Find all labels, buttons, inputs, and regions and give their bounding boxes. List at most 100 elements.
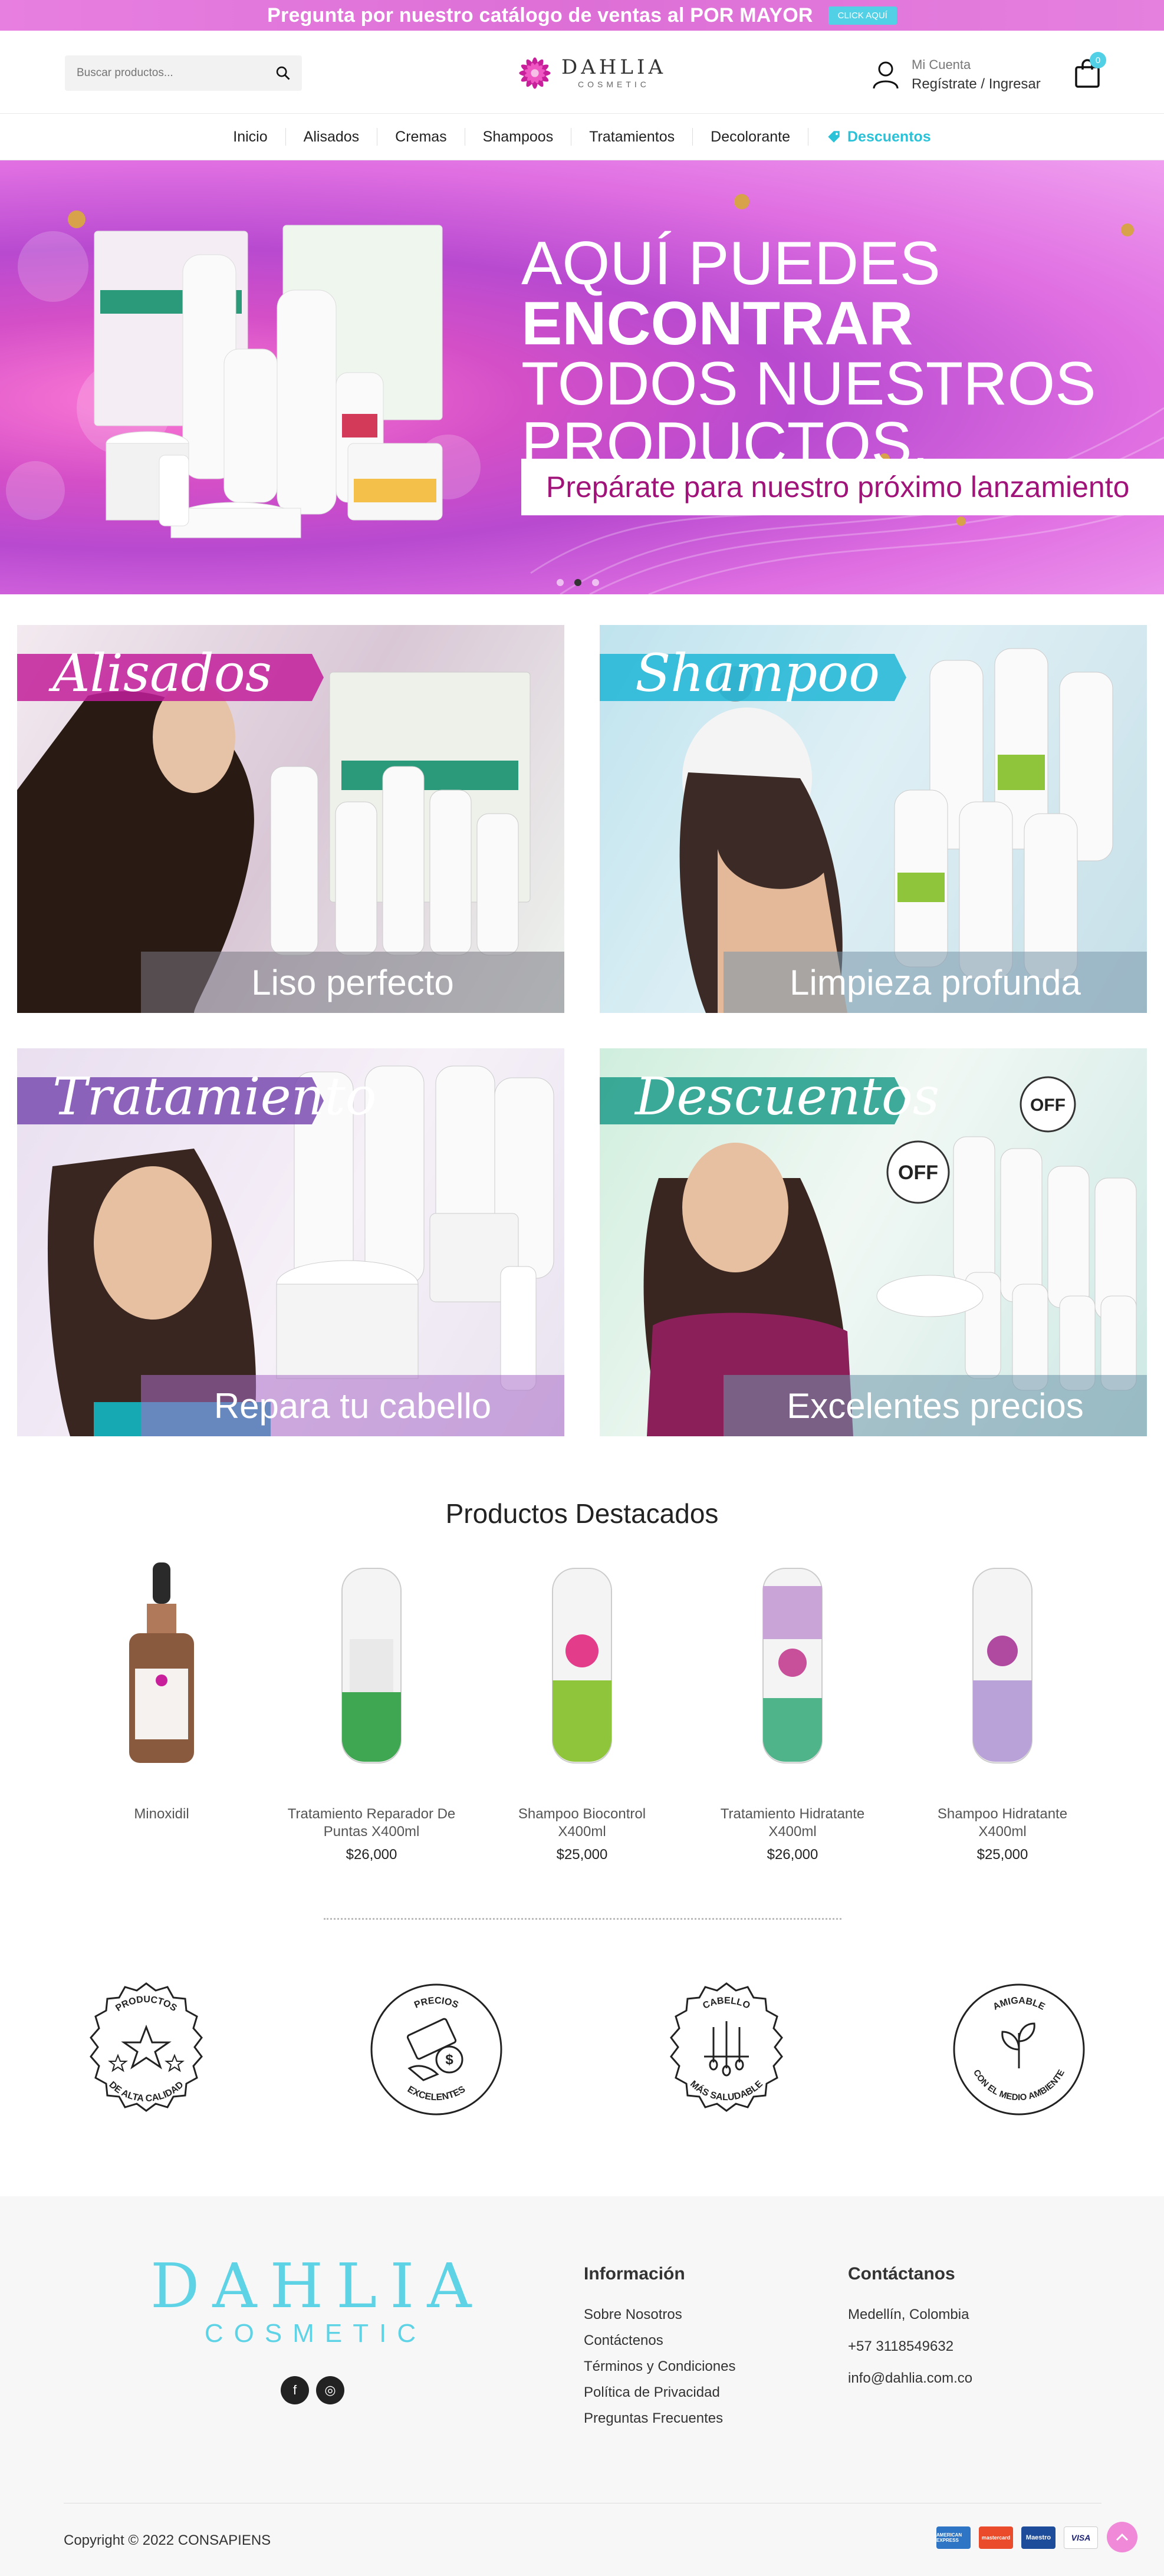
product-price: $25,000 [556, 1847, 608, 1863]
cart-button[interactable]: 0 [1074, 52, 1110, 91]
tile-caption: Repara tu cabello [141, 1375, 564, 1436]
category-alisados[interactable]: Alisados Liso perfecto [17, 625, 564, 1013]
product-image[interactable] [704, 1562, 881, 1769]
price-badge: PRECIOS EXCELENTES $ [370, 1983, 502, 2116]
site-logo[interactable]: DAHLIA COSMETIC [513, 50, 666, 97]
nav-shampoos[interactable]: Shampoos [465, 128, 572, 146]
footer-email[interactable]: info@dahlia.com.co [848, 2371, 972, 2386]
amex-card-icon: AMERICAN EXPRESS [936, 2526, 971, 2549]
hair-icon [704, 2021, 749, 2077]
footer-phone[interactable]: +57 3118549632 [848, 2340, 972, 2354]
svg-text:AMIGABLE: AMIGABLE [991, 1996, 1047, 2012]
product-price: $26,000 [767, 1847, 818, 1863]
tile-caption: Excelentes precios [724, 1375, 1147, 1436]
tile-title: Tratamiento [52, 1066, 377, 1127]
slider-dot[interactable] [557, 579, 564, 586]
nav-tratamientos[interactable]: Tratamientos [571, 128, 693, 146]
footer-link-about[interactable]: Sobre Nosotros [584, 2308, 735, 2322]
tile-title: Shampoo [635, 643, 880, 703]
tag-icon [828, 131, 840, 143]
hero-slider[interactable]: AQUÍ PUEDES ENCONTRAR TODOS NUESTROS PRO… [0, 160, 1164, 594]
nav-cremas[interactable]: Cremas [377, 128, 465, 146]
tile-caption: Liso perfecto [141, 952, 564, 1013]
svg-text:PRECIOS: PRECIOS [413, 1996, 460, 2011]
nav-descuentos-label: Descuentos [847, 129, 931, 145]
product-name[interactable]: Tratamiento Hidratante X400ml [704, 1805, 881, 1841]
dropper-bottle-image [129, 1562, 194, 1763]
site-footer: DAHLIA COSMETIC f ◎ Información Sobre No… [0, 2196, 1164, 2576]
product-card[interactable]: Tratamiento Reparador De Puntas X400ml $… [283, 1562, 460, 1863]
category-shampoo[interactable]: Shampoo Limpieza profunda [600, 625, 1147, 1013]
user-icon [873, 61, 899, 89]
product-card[interactable]: Minoxidil [73, 1562, 250, 1829]
product-name[interactable]: Shampoo Hidratante X400ml [914, 1805, 1091, 1841]
eco-badge: AMIGABLE CON EL MEDIO AMBIENTE [953, 1983, 1085, 2116]
footer-logo[interactable]: DAHLIA COSMETIC [150, 2255, 481, 2348]
product-image[interactable] [494, 1562, 670, 1769]
footer-info-title: Información [584, 2264, 685, 2284]
main-nav: Inicio Alisados Cremas Shampoos Tratamie… [0, 113, 1164, 160]
nav-decolorante[interactable]: Decolorante [693, 128, 808, 146]
nav-inicio[interactable]: Inicio [215, 128, 286, 146]
account-link[interactable]: Mi Cuenta Regístrate / Ingresar [872, 54, 1048, 96]
product-name[interactable]: Tratamiento Reparador De Puntas X400ml [283, 1805, 460, 1841]
facebook-icon[interactable]: f [281, 2376, 309, 2404]
hair-badge: CABELLO MÁS SALUDABLE [670, 1982, 783, 2112]
payment-methods: AMERICAN EXPRESS mastercard Maestro VISA [936, 2526, 1098, 2549]
promo-cta-button[interactable]: CLICK AQUÍ [828, 6, 897, 25]
svg-text:CABELLO: CABELLO [701, 1996, 751, 2011]
money-icon: $ [406, 2018, 463, 2081]
scroll-to-top-button[interactable] [1107, 2522, 1137, 2552]
promo-text: Pregunta por nuestro catálogo de ventas … [267, 4, 813, 27]
mastercard-icon: mastercard [979, 2526, 1013, 2549]
footer-logo-subtitle: COSMETIC [204, 2319, 427, 2348]
copyright-text: Copyright © 2022 CONSAPIENS [64, 2532, 271, 2548]
star-icon [108, 2024, 185, 2072]
footer-link-contact[interactable]: Contáctenos [584, 2334, 735, 2348]
product-name[interactable]: Minoxidil [73, 1805, 250, 1823]
product-image[interactable] [283, 1562, 460, 1769]
tile-title: Alisados [52, 643, 272, 703]
footer-contact-column: Contáctanos Medellín, Colombia +57 31185… [848, 2264, 972, 2397]
footer-location: Medellín, Colombia [848, 2307, 969, 2322]
category-tratamiento[interactable]: Tratamiento Repara tu cabello [17, 1048, 564, 1436]
category-descuentos[interactable]: OFF OFF Descuentos Excelentes precios [600, 1048, 1147, 1436]
svg-text:DE ALTA CALIDAD: DE ALTA CALIDAD [107, 2080, 185, 2104]
instagram-icon[interactable]: ◎ [316, 2376, 344, 2404]
search-input[interactable] [65, 55, 265, 91]
hero-products-image [94, 225, 443, 538]
footer-link-privacy[interactable]: Política de Privacidad [584, 2386, 735, 2400]
slider-dot-active[interactable] [574, 579, 581, 586]
logo-wordmark: DAHLIA [561, 55, 666, 79]
svg-text:PRODUCTOS: PRODUCTOS [114, 1995, 179, 2014]
visa-card-icon: VISA [1064, 2526, 1098, 2549]
slider-dot[interactable] [592, 579, 599, 586]
product-image[interactable] [73, 1562, 250, 1769]
hero-heading: AQUÍ PUEDES ENCONTRAR TODOS NUESTROS PRO… [521, 229, 1096, 478]
svg-text:$: $ [445, 2052, 453, 2068]
product-price: $25,000 [976, 1847, 1028, 1863]
tile-caption: Limpieza profunda [724, 952, 1147, 1013]
leaf-icon [1001, 2022, 1035, 2068]
footer-link-terms[interactable]: Términos y Condiciones [584, 2360, 735, 2374]
hero-cta-banner[interactable]: Prepárate para nuestro próximo lanzamien… [521, 459, 1164, 515]
nav-descuentos[interactable]: Descuentos [808, 128, 949, 146]
footer-link-faq[interactable]: Preguntas Frecuentes [584, 2411, 735, 2426]
product-image[interactable] [914, 1562, 1091, 1769]
product-card[interactable]: Tratamiento Hidratante X400ml $26,000 [704, 1562, 881, 1863]
promo-bar: Pregunta por nuestro catálogo de ventas … [0, 0, 1164, 31]
product-name[interactable]: Shampoo Biocontrol X400ml [494, 1805, 670, 1841]
bottle-image [972, 1568, 1033, 1764]
quality-badge: PRODUCTOS DE ALTA CALIDAD [90, 1982, 203, 2112]
footer-contact-title: Contáctanos [848, 2264, 955, 2284]
product-card[interactable]: Shampoo Hidratante X400ml $25,000 [914, 1562, 1091, 1863]
svg-text:OFF: OFF [898, 1162, 938, 1184]
search-icon[interactable] [275, 65, 291, 81]
login-register-link[interactable]: Regístrate / Ingresar [912, 76, 1041, 93]
nav-alisados[interactable]: Alisados [286, 128, 378, 146]
svg-text:EXCELENTES: EXCELENTES [406, 2084, 468, 2103]
logo-subtitle: COSMETIC [578, 80, 650, 89]
svg-text:OFF: OFF [1030, 1095, 1066, 1115]
product-card[interactable]: Shampoo Biocontrol X400ml $25,000 [494, 1562, 670, 1863]
bottle-image [341, 1568, 402, 1764]
